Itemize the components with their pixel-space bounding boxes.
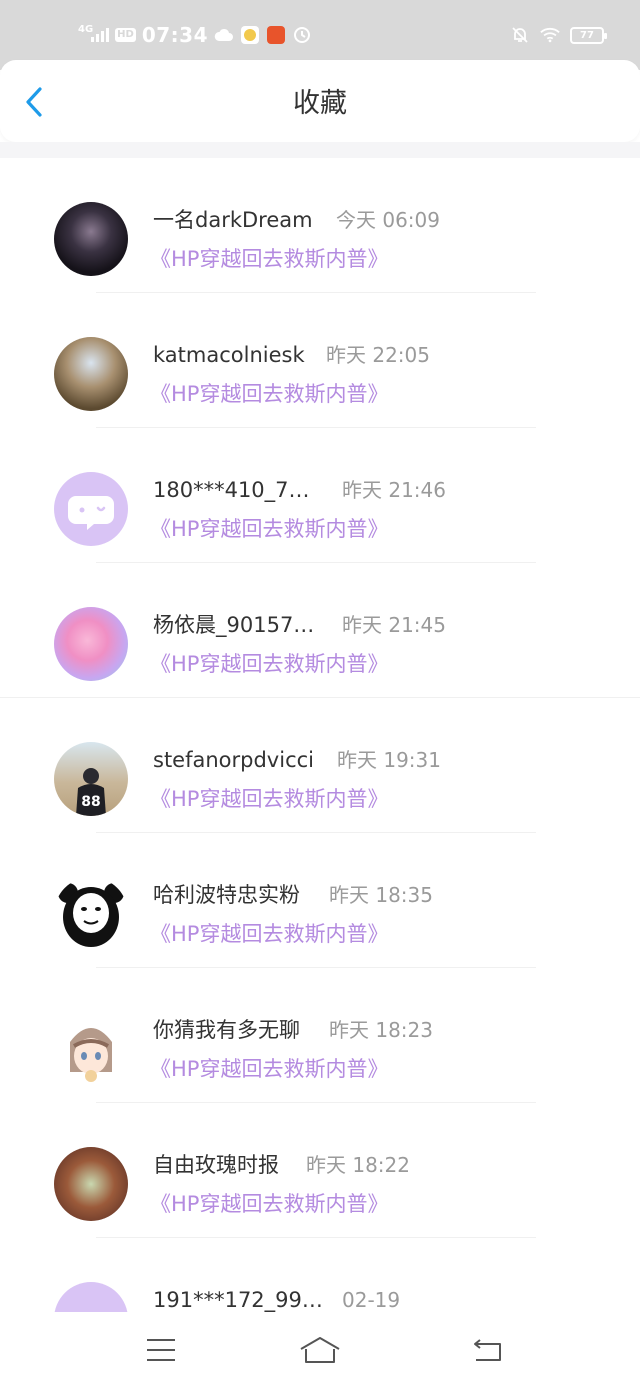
sync-icon	[292, 25, 312, 45]
list-item[interactable]: 你猜我有多无聊 昨天 18:23 《HP穿越回去救斯内普》	[0, 968, 640, 1103]
status-time: 07:34	[141, 23, 209, 47]
list-item[interactable]: 杨依晨_90157… 昨天 21:45 《HP穿越回去救斯内普》	[0, 563, 640, 698]
signal-icon	[91, 28, 110, 42]
app-icon	[266, 25, 286, 45]
favorites-screen: 4G HD 07:34 77 收藏 一名darkDream 今天 06:09 《…	[0, 0, 640, 1387]
timestamp: 02-19	[342, 1288, 401, 1312]
avatar[interactable]	[54, 202, 128, 276]
back-nav-button[interactable]	[463, 1330, 513, 1370]
list-item[interactable]: 自由玫瑰时报 昨天 18:22 《HP穿越回去救斯内普》	[0, 1103, 640, 1238]
avatar[interactable]	[54, 607, 128, 681]
system-nav-bar	[0, 1312, 640, 1387]
user-name[interactable]: 一名darkDream	[153, 206, 313, 234]
book-title[interactable]: 《HP穿越回去救斯内普》	[150, 650, 388, 678]
timestamp: 今天 06:09	[336, 208, 440, 232]
chat-bubble-icon	[68, 496, 114, 530]
user-name[interactable]: 杨依晨_90157…	[153, 611, 314, 639]
list-item[interactable]: 一名darkDream 今天 06:09 《HP穿越回去救斯内普》	[0, 158, 640, 293]
book-title[interactable]: 《HP穿越回去救斯内普》	[150, 245, 388, 273]
timestamp: 昨天 21:46	[342, 478, 446, 502]
timestamp: 昨天 18:23	[329, 1018, 433, 1042]
book-title[interactable]: 《HP穿越回去救斯内普》	[150, 920, 388, 948]
list-item[interactable]: 哈利波特忠实粉 昨天 18:35 《HP穿越回去救斯内普》	[0, 833, 640, 968]
user-name[interactable]: katmacolniesk	[153, 341, 305, 369]
home-button[interactable]	[295, 1330, 345, 1370]
mute-bell-icon	[510, 25, 530, 45]
user-name[interactable]: 自由玫瑰时报	[153, 1151, 279, 1179]
avatar[interactable]	[54, 1012, 128, 1086]
book-title[interactable]: 《HP穿越回去救斯内普》	[150, 1055, 388, 1083]
avatar[interactable]	[54, 1147, 128, 1221]
menu-icon	[147, 1339, 175, 1361]
app-icon	[240, 25, 260, 45]
list-item[interactable]: katmacolniesk 昨天 22:05 《HP穿越回去救斯内普》	[0, 293, 640, 428]
svg-text:88: 88	[81, 794, 100, 810]
status-left: 4G HD 07:34	[78, 20, 312, 50]
hd-badge: HD	[115, 28, 136, 42]
avatar[interactable]	[54, 877, 128, 951]
menu-button[interactable]	[136, 1330, 186, 1370]
app-header: 收藏	[0, 60, 640, 142]
timestamp: 昨天 22:05	[326, 343, 430, 367]
favorites-list: 一名darkDream 今天 06:09 《HP穿越回去救斯内普》 katmac…	[0, 158, 640, 1312]
wifi-icon	[540, 25, 560, 45]
book-title[interactable]: 《HP穿越回去救斯内普》	[150, 515, 388, 543]
user-name[interactable]: 191***172_99…	[153, 1286, 323, 1312]
user-name[interactable]: stefanorpdvicci	[153, 746, 314, 774]
timestamp: 昨天 19:31	[337, 748, 441, 772]
list-item[interactable]: 180***410_7… 昨天 21:46 《HP穿越回去救斯内普》	[0, 428, 640, 563]
timestamp: 昨天 18:22	[306, 1153, 410, 1177]
battery-icon: 77	[570, 26, 607, 44]
book-title[interactable]: 《HP穿越回去救斯内普》	[150, 785, 388, 813]
user-name[interactable]: 180***410_7…	[153, 476, 310, 504]
user-name[interactable]: 你猜我有多无聊	[153, 1016, 300, 1044]
list-item[interactable]: 88 stefanorpdvicci 昨天 19:31 《HP穿越回去救斯内普》	[0, 698, 640, 833]
page-title: 收藏	[293, 88, 347, 119]
avatar[interactable]	[54, 472, 128, 546]
book-title[interactable]: 《HP穿越回去救斯内普》	[150, 1190, 388, 1218]
user-name[interactable]: 哈利波特忠实粉	[153, 881, 300, 909]
avatar[interactable]: 88	[54, 742, 128, 816]
header-separator	[0, 142, 640, 158]
avatar[interactable]	[54, 1282, 128, 1312]
home-icon	[300, 1337, 340, 1363]
cloud-icon	[214, 25, 234, 45]
list-item[interactable]: 191***172_99… 02-19	[0, 1238, 640, 1312]
timestamp: 昨天 21:45	[342, 613, 446, 637]
network-type: 4G	[78, 24, 94, 35]
back-icon	[474, 1339, 501, 1361]
avatar[interactable]	[54, 337, 128, 411]
status-right: 77	[510, 20, 607, 50]
book-title[interactable]: 《HP穿越回去救斯内普》	[150, 380, 388, 408]
timestamp: 昨天 18:35	[329, 883, 433, 907]
